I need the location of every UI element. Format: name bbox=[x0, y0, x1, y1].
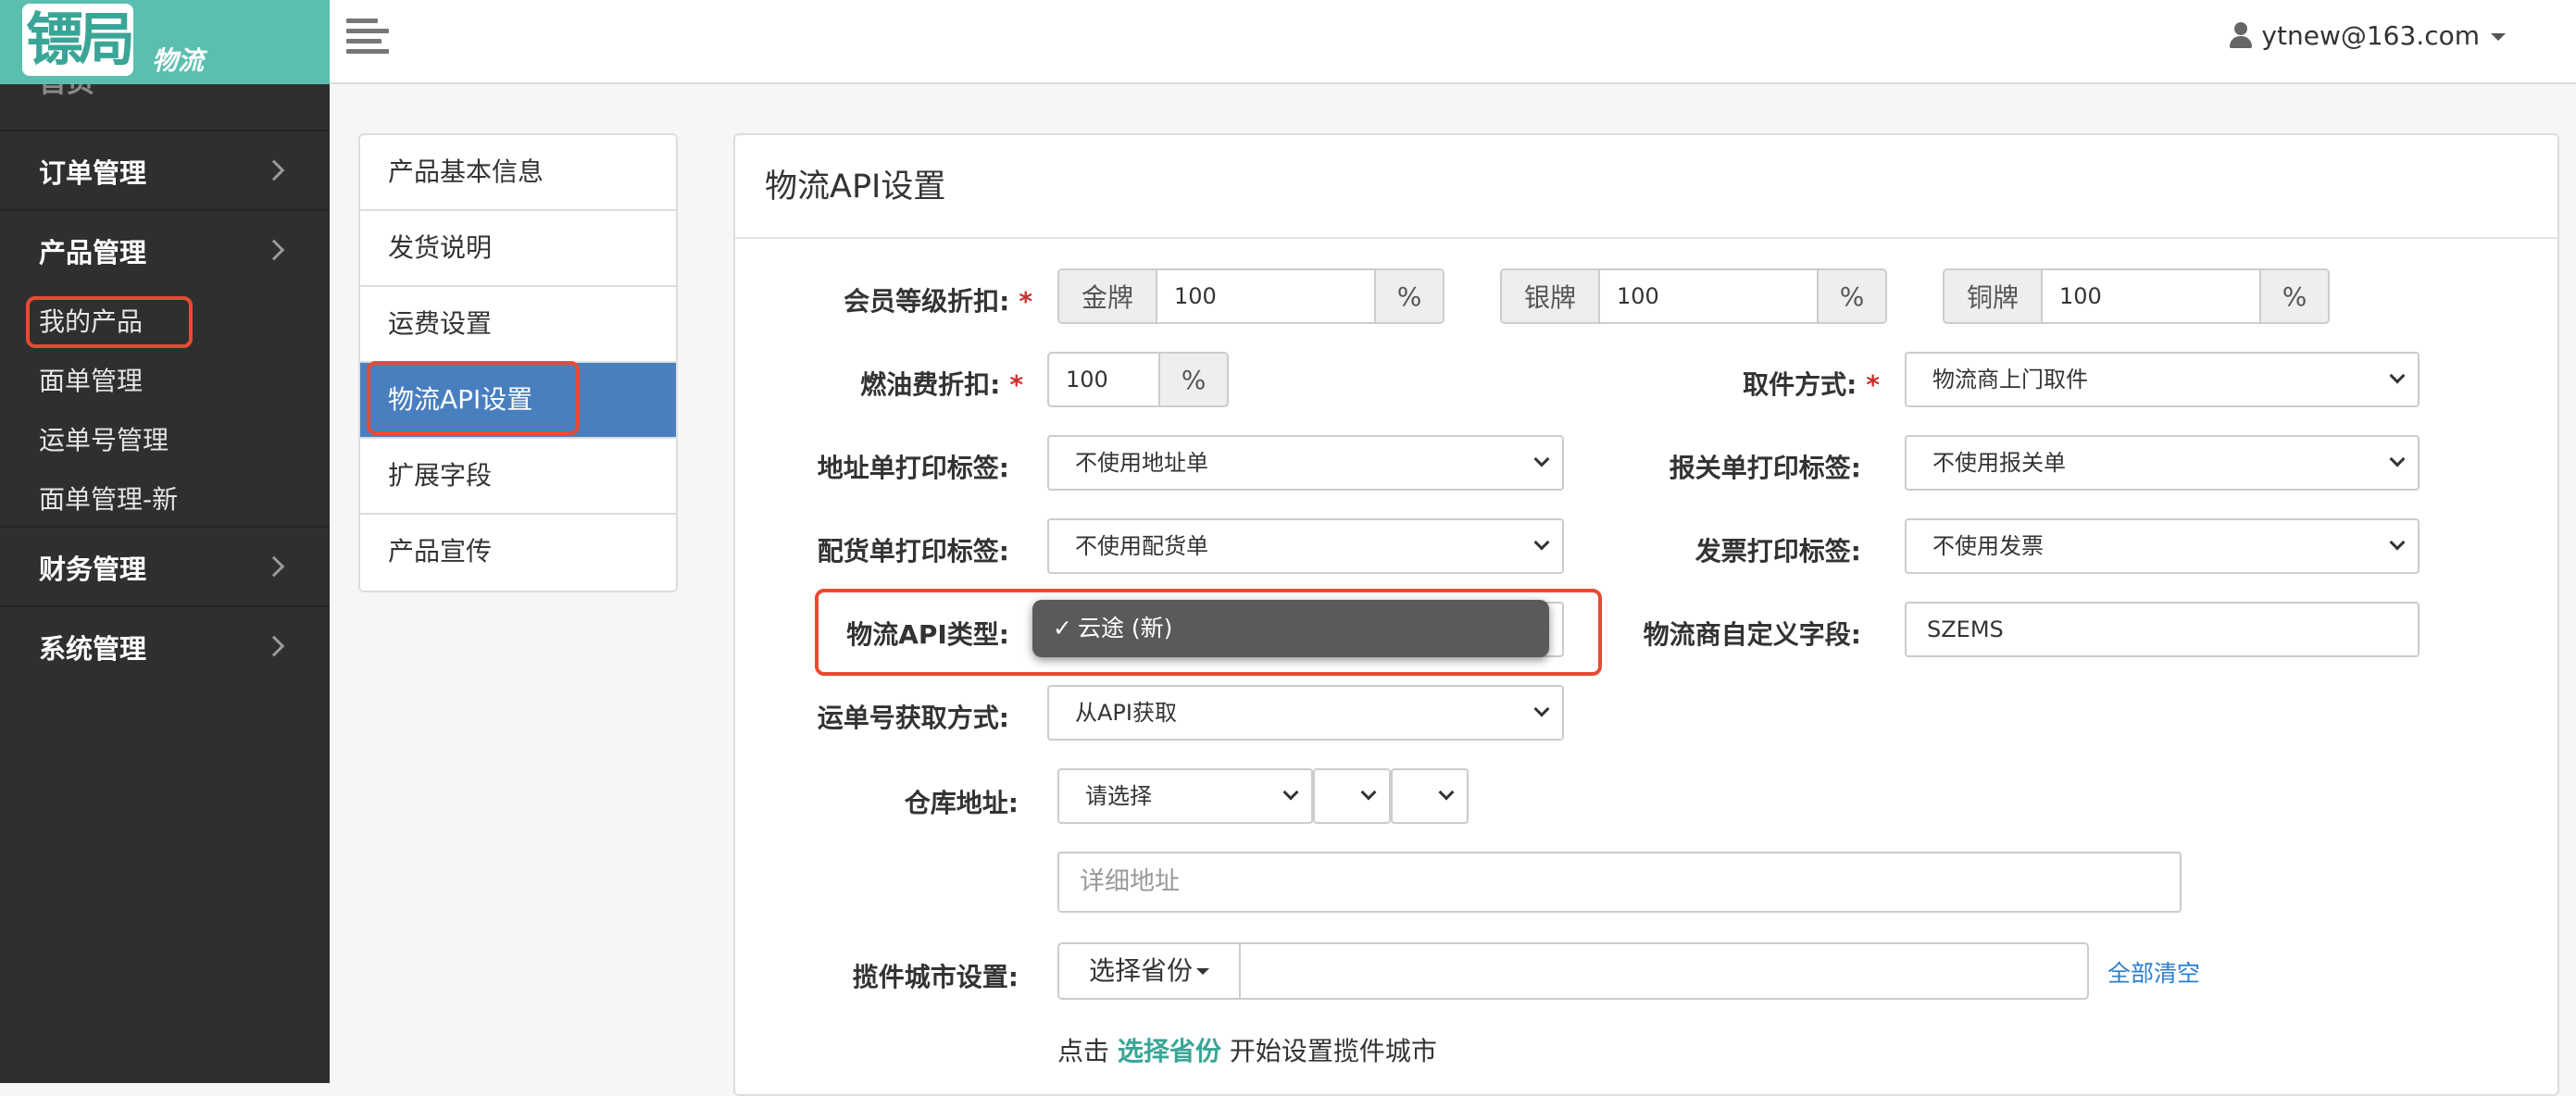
user-email: ytnew@163.com bbox=[2261, 20, 2480, 51]
invoice-label-label: 发票打印标签: bbox=[1694, 536, 1861, 567]
pickup-city-label: 揽件城市设置: bbox=[852, 962, 1019, 992]
panel-title: 物流API设置 bbox=[735, 135, 2557, 239]
select-arrow-icon bbox=[1533, 534, 1550, 551]
sidebar-item-label: 订单管理 bbox=[39, 157, 147, 189]
sidebar-item-label: 财务管理 bbox=[39, 554, 147, 585]
custom-field-label: 物流商自定义字段: bbox=[1643, 619, 1861, 650]
address-label-select[interactable]: 不使用地址单 bbox=[1047, 435, 1564, 491]
silver-discount-group: 银牌 100 % bbox=[1500, 268, 1887, 324]
silver-prefix: 银牌 bbox=[1502, 270, 1600, 322]
chevron-right-icon bbox=[263, 159, 285, 181]
invoice-label-select[interactable]: 不使用发票 bbox=[1905, 518, 2420, 574]
gold-discount-input[interactable]: 100 bbox=[1157, 270, 1374, 322]
bronze-discount-input[interactable]: 100 bbox=[2043, 270, 2259, 322]
tab-extended-fields[interactable]: 扩展字段 bbox=[360, 439, 676, 515]
picking-label-select[interactable]: 不使用配货单 bbox=[1047, 518, 1564, 574]
gold-discount-group: 金牌 100 % bbox=[1057, 268, 1444, 324]
top-bar: ytnew@163.com bbox=[330, 0, 2576, 84]
waybill-method-label: 运单号获取方式: bbox=[817, 703, 1009, 733]
user-menu[interactable]: ytnew@163.com bbox=[2230, 20, 2506, 51]
sidebar-item-label: 系统管理 bbox=[39, 633, 147, 665]
sidebar-subitem-waybill-templates[interactable]: 面单管理 bbox=[39, 361, 143, 398]
fuel-discount-input[interactable]: 100 bbox=[1049, 354, 1158, 405]
bronze-discount-group: 铜牌 100 % bbox=[1943, 268, 2330, 324]
caret-down-icon bbox=[2491, 33, 2506, 41]
clear-all-link[interactable]: 全部清空 bbox=[2107, 955, 2200, 989]
sidebar-item-system[interactable]: 系统管理 bbox=[0, 607, 330, 685]
pickup-city-hint: 点击 选择省份 开始设置揽件城市 bbox=[1057, 1036, 1437, 1066]
select-arrow-icon bbox=[1360, 784, 1377, 801]
gold-suffix: % bbox=[1374, 270, 1443, 322]
select-arrow-icon bbox=[1533, 451, 1550, 467]
sidebar: 首页 镖局 物流 订单管理 产品管理 我的产品 面单管理 运单号管理 面单管理-… bbox=[0, 0, 330, 1083]
user-icon bbox=[2230, 22, 2253, 48]
highlight-box bbox=[815, 589, 1602, 676]
warehouse-detail-input[interactable]: 详细地址 bbox=[1057, 852, 2182, 913]
pickup-method-select[interactable]: 物流商上门取件 bbox=[1905, 352, 2420, 407]
pickup-city-input[interactable] bbox=[1239, 942, 2089, 1000]
sidebar-item-orders[interactable]: 订单管理 bbox=[0, 131, 330, 209]
select-arrow-icon bbox=[2389, 451, 2406, 467]
bronze-suffix: % bbox=[2259, 270, 2328, 322]
sidebar-subitem-waybill-templates-new[interactable]: 面单管理-新 bbox=[39, 480, 178, 517]
customs-label-label: 报关单打印标签: bbox=[1669, 453, 1861, 483]
select-arrow-icon bbox=[1282, 784, 1299, 801]
logo-subtitle: 物流 bbox=[152, 45, 205, 76]
member-discount-label: 会员等级折扣: * bbox=[844, 286, 1032, 317]
silver-suffix: % bbox=[1817, 270, 1885, 322]
select-arrow-icon bbox=[1438, 784, 1455, 801]
highlight-box bbox=[26, 296, 193, 348]
select-arrow-icon bbox=[2389, 534, 2406, 551]
silver-discount-input[interactable]: 100 bbox=[1600, 270, 1817, 322]
select-province-button[interactable]: 选择省份 bbox=[1057, 942, 1239, 1000]
bronze-prefix: 铜牌 bbox=[1945, 270, 2043, 322]
caret-down-icon bbox=[1196, 968, 1209, 975]
sidebar-item-label: 产品管理 bbox=[39, 237, 147, 268]
customs-label-select[interactable]: 不使用报关单 bbox=[1905, 435, 2420, 491]
fuel-discount-label: 燃油费折扣: * bbox=[860, 369, 1023, 400]
sidebar-item-finance[interactable]: 财务管理 bbox=[0, 528, 330, 605]
tab-freight[interactable]: 运费设置 bbox=[360, 287, 676, 363]
waybill-method-select[interactable]: 从API获取 bbox=[1047, 685, 1564, 741]
select-arrow-icon bbox=[1533, 701, 1550, 717]
logo-mark: 镖局 bbox=[22, 4, 135, 76]
warehouse-district-select[interactable] bbox=[1391, 768, 1469, 824]
highlight-box bbox=[367, 361, 580, 435]
tab-promotion[interactable]: 产品宣传 bbox=[360, 515, 676, 591]
chevron-right-icon bbox=[263, 635, 285, 657]
select-province-link[interactable]: 选择省份 bbox=[1118, 1036, 1221, 1066]
sidebar-subitem-tracking-numbers[interactable]: 运单号管理 bbox=[39, 420, 169, 457]
app-logo[interactable]: 镖局 物流 bbox=[0, 0, 330, 84]
chevron-right-icon bbox=[263, 239, 285, 261]
fuel-suffix: % bbox=[1158, 354, 1227, 405]
tab-basic-info[interactable]: 产品基本信息 bbox=[360, 135, 676, 211]
warehouse-province-select[interactable]: 请选择 bbox=[1057, 768, 1313, 824]
warehouse-city-select[interactable] bbox=[1313, 768, 1391, 824]
tab-shipping-notes[interactable]: 发货说明 bbox=[360, 211, 676, 287]
menu-icon[interactable] bbox=[346, 19, 389, 56]
chevron-right-icon bbox=[263, 555, 285, 578]
custom-field-input[interactable]: SZEMS bbox=[1905, 602, 2420, 657]
address-label-label: 地址单打印标签: bbox=[817, 453, 1009, 483]
warehouse-label: 仓库地址: bbox=[904, 788, 1019, 818]
gold-prefix: 金牌 bbox=[1059, 270, 1157, 322]
pickup-method-label: 取件方式: * bbox=[1743, 369, 1880, 400]
select-arrow-icon bbox=[2389, 367, 2406, 384]
sidebar-item-products[interactable]: 产品管理 bbox=[0, 211, 330, 289]
picking-label-label: 配货单打印标签: bbox=[817, 536, 1009, 567]
fuel-discount-group: 100 % bbox=[1047, 352, 1229, 407]
